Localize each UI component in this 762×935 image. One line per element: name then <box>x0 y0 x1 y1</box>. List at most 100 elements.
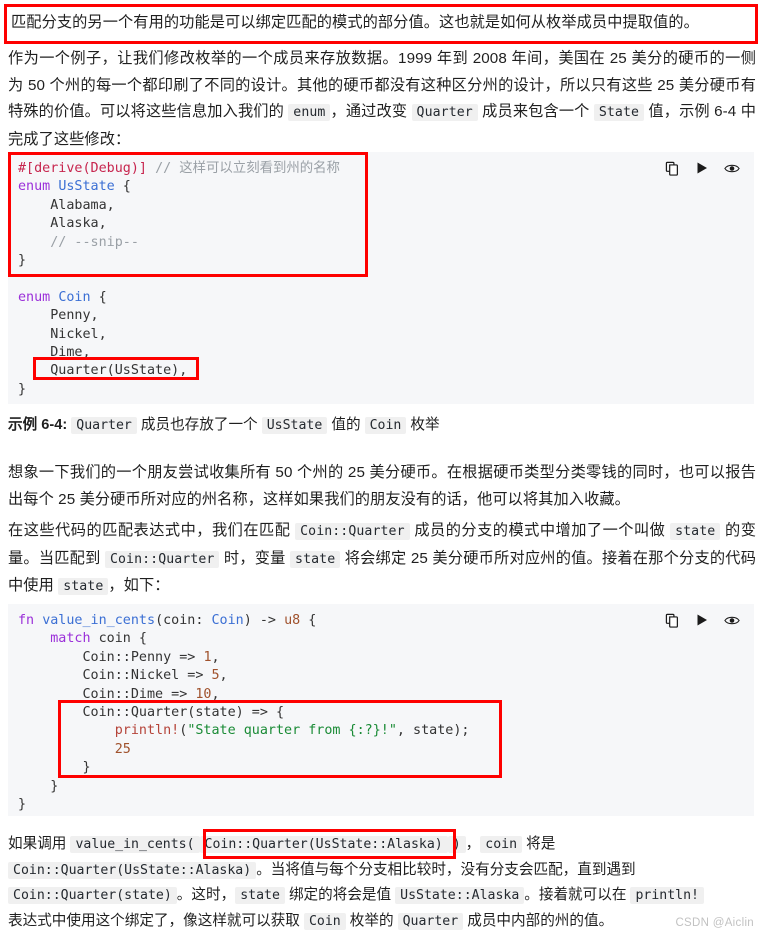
code-token: ) -> <box>243 613 285 628</box>
eye-icon[interactable] <box>724 160 740 176</box>
caption-prefix: 示例 6-4: <box>8 417 68 433</box>
footer-l1-d: 将是 <box>522 836 556 852</box>
footer-code-quarter-state: Coin::Quarter(state) <box>8 887 177 904</box>
intro-paragraph: 作为一个例子，让我们修改枚举的一个成员来存放数据。1999 年到 2008 年间… <box>8 46 756 153</box>
code-token: enum <box>18 289 51 305</box>
watermark: CSDN @Aiclin <box>675 917 754 929</box>
code-token: println! <box>114 723 180 739</box>
code-token: Coin <box>58 289 91 305</box>
code-token: 25 <box>114 741 131 757</box>
code-token: , <box>211 649 220 665</box>
p2-code-coin-quarter-1: Coin::Quarter <box>295 523 410 540</box>
p2-b: 成员的分支的模式中增加了一个叫做 <box>409 522 671 539</box>
footer-code-usstate-alaska: UsState::Alaska <box>395 887 525 904</box>
code-token: } <box>18 381 27 397</box>
code-token: // 这样可以立刻看到州的名称 <box>155 161 340 176</box>
body-paragraph-2: 在这些代码的匹配表达式中，我们在匹配 Coin::Quarter 成员的分支的模… <box>8 518 756 601</box>
footer-line-3: Coin::Quarter(state) 。这时， state 绑定的将会是值 Us… <box>8 883 756 909</box>
run-icon[interactable] <box>694 612 710 628</box>
footer-l4-b: 枚举的 <box>345 912 398 929</box>
code-token: 5 <box>211 668 220 684</box>
code-token: u8 <box>284 613 301 628</box>
document-page: 匹配分支的另一个有用的功能是可以绑定匹配的模式的部分值。这也就是如何从枚举成员中… <box>0 0 762 935</box>
p2-d: 时，变量 <box>219 549 291 567</box>
code-token: , state); <box>396 723 470 739</box>
code-token: UsState <box>58 179 115 195</box>
highlighted-note: 匹配分支的另一个有用的功能是可以绑定匹配的模式的部分值。这也就是如何从枚举成员中… <box>4 4 758 44</box>
code-token: Dime, <box>18 345 91 361</box>
footer-l4-a: 表达式中使用这个绑定了，像这样就可以获取 <box>8 912 304 929</box>
body-paragraph-1-text: 想象一下我们的一个朋友尝试收集所有 50 个州的 25 美分硬币。在根据硬币类型… <box>8 464 756 508</box>
code-token: (coin: <box>155 613 212 628</box>
code-token: Coin <box>211 613 244 628</box>
code-token: enum <box>18 179 51 195</box>
code-token: coin { <box>90 631 147 647</box>
code-token: { <box>90 289 107 305</box>
footer-explanation: 如果调用 value_in_cents(Coin::Quarter(UsStat… <box>8 832 756 934</box>
intro-text-part2: ，通过改变 <box>330 103 412 120</box>
figure-caption-6-4: 示例 6-4: Quarter 成员也存放了一个 UsState 值的 Coin… <box>8 414 756 437</box>
footer-code-state: state <box>235 887 285 904</box>
footer-code-value-in-cents: value_in_cents( <box>70 836 200 853</box>
code-token: { <box>300 613 317 628</box>
caption-suffix: 枚举 <box>406 417 440 433</box>
code-token: Nickel, <box>18 326 107 342</box>
footer-line-2: Coin::Quarter(UsState::Alaska) 。当将值与每个分支相… <box>8 858 756 884</box>
code-token: Coin::Nickel => <box>18 668 212 684</box>
body-paragraph-1: 想象一下我们的一个朋友尝试收集所有 50 个州的 25 美分硬币。在根据硬币类型… <box>8 460 756 513</box>
code-block-1-content: #[derive(Debug)] // 这样可以立刻看到州的名称 enum Us… <box>18 160 744 399</box>
run-icon[interactable] <box>694 160 710 176</box>
code-token: value_in_cents <box>42 613 156 628</box>
code-token: fn <box>18 613 35 628</box>
footer-l3-c: 。接着就可以在 <box>524 887 631 903</box>
p2-f: ，如下： <box>108 577 170 594</box>
code-token: , <box>211 686 220 702</box>
caption-code-coin: Coin <box>364 417 407 434</box>
code-token: 1 <box>203 649 212 665</box>
code-token: 10 <box>195 686 212 702</box>
code-token: , <box>219 668 228 684</box>
code-block-rust-enums: #[derive(Debug)] // 这样可以立刻看到州的名称 enum Us… <box>8 152 754 404</box>
intro-text-part3: 成员来包含一个 <box>477 103 594 120</box>
footer-code-quarter-alaska: Coin::Quarter(UsState::Alaska) <box>8 861 257 879</box>
code-token: Coin::Dime => <box>18 686 196 702</box>
highlighted-note-text: 匹配分支的另一个有用的功能是可以绑定匹配的模式的部分值。这也就是如何从枚举成员中… <box>11 14 699 31</box>
code-token: "State quarter from {:?}!" <box>187 723 397 739</box>
code-token: #[derive(Debug)] <box>18 161 147 176</box>
footer-l2-a: 。当将值与每个分支相比较时，没有分支会匹配，直到遇到 <box>256 861 636 878</box>
footer-l3-a: 。这时， <box>176 887 236 903</box>
code-token: Quarter(UsState), <box>18 363 188 379</box>
eye-icon[interactable] <box>724 612 740 628</box>
footer-l1-a: 如果调用 <box>8 836 71 852</box>
p2-code-state-2: state <box>290 550 341 568</box>
code-token: { <box>114 179 131 195</box>
inline-code-quarter: Quarter <box>411 104 478 121</box>
copy-icon[interactable] <box>664 612 680 628</box>
code-token: } <box>18 253 27 269</box>
code-token: // --snip-- <box>50 234 139 250</box>
code-token: Alaska, <box>18 216 107 232</box>
code-block-value-in-cents: fn value_in_cents(coin: Coin) -> u8 { ma… <box>8 604 754 816</box>
footer-l4-c: 成员中内部的州的值。 <box>463 912 614 929</box>
footer-code-closeparen: ) <box>447 836 466 853</box>
caption-code-quarter: Quarter <box>71 417 137 434</box>
footer-l3-b: 绑定的将会是值 <box>284 887 396 903</box>
footer-code-println: println! <box>630 887 705 904</box>
p2-code-coin-quarter-2: Coin::Quarter <box>104 550 220 568</box>
copy-icon[interactable] <box>664 160 680 176</box>
caption-code-usstate: UsState <box>261 417 328 434</box>
code-block-2-content: fn value_in_cents(coin: Coin) -> u8 { ma… <box>18 612 744 814</box>
code-token: Alabama, <box>18 197 115 213</box>
caption-mid2: 值的 <box>327 417 365 433</box>
code-token: } <box>18 778 59 794</box>
footer-line-1: 如果调用 value_in_cents(Coin::Quarter(UsStat… <box>8 832 756 858</box>
code-token: } <box>18 760 91 776</box>
footer-line-4: 表达式中使用这个绑定了，像这样就可以获取 Coin 枚举的 Quarter 成员… <box>8 909 756 935</box>
footer-code-coin: coin <box>480 836 523 853</box>
footer-l1-b: ， <box>465 836 481 852</box>
caption-mid1: 成员也存放了一个 <box>136 417 262 433</box>
code-token: } <box>18 797 27 813</box>
